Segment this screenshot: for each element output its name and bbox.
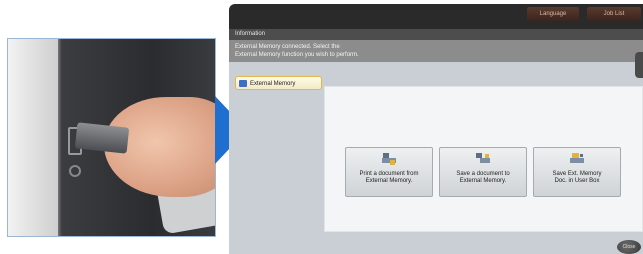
print-from-external-memory-button[interactable]: Print a document from External Memory. [345,147,433,197]
print-label-1: Print a document from [359,171,419,177]
save-to-user-box-button[interactable]: Save Ext. Memory Doc. in User Box [533,147,621,197]
scroll-handle[interactable] [635,52,643,78]
usb-insertion-photo [7,38,216,237]
tab-label: External Memory [250,81,296,87]
external-memory-icon [239,80,247,87]
message-line-1: External Memory connected. Select the [235,44,340,50]
userbox-label-2: Doc. in User Box [554,178,600,184]
job-list-button[interactable]: Job List [587,7,641,21]
printer-icon [382,153,396,165]
message-bar: External Memory connected. Select the Ex… [229,40,643,62]
language-button[interactable]: Language [527,7,579,21]
usb-drive [74,122,130,154]
content-area: External Memory Print a document from Ex… [229,62,643,254]
save-label-1: Save a document to [456,171,510,177]
print-label-2: External Memory. [365,178,413,184]
tab-external-memory[interactable]: External Memory [235,76,322,90]
message-line-2: External Memory function you wish to per… [235,52,359,58]
indicator-light [69,165,81,177]
printer-body [8,39,58,236]
userbox-label-1: Save Ext. Memory [552,171,602,177]
information-title: Information [229,29,643,40]
save-to-external-memory-button[interactable]: Save a document to External Memory. [439,147,527,197]
save-icon [476,153,490,165]
user-box-icon [570,153,584,165]
function-panel: Print a document from External Memory. S… [324,86,643,232]
control-panel-screen: Language Job List Information External M… [229,4,643,254]
close-button[interactable]: Close [617,240,641,254]
save-label-2: External Memory. [459,178,507,184]
